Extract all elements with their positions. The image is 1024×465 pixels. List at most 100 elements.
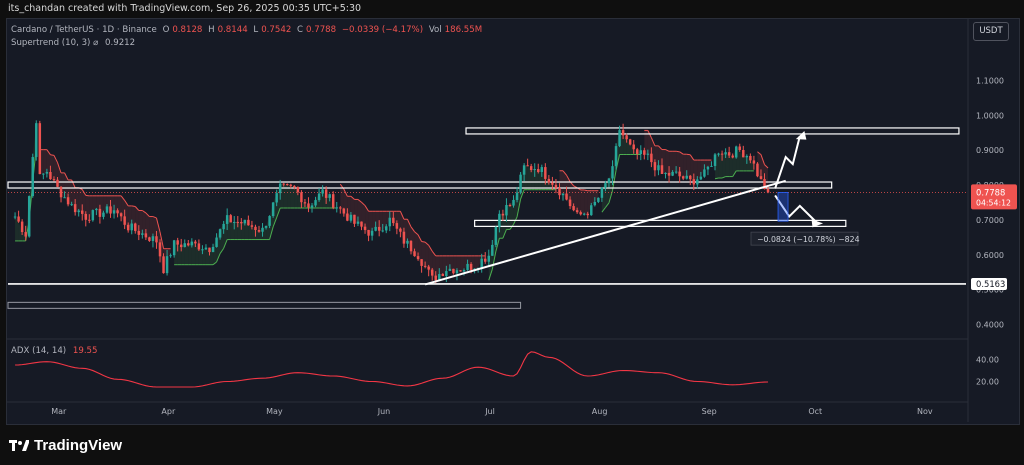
candle-body <box>303 202 307 204</box>
countdown-tag: 04:54:12 <box>976 198 1011 207</box>
candle-body <box>632 144 635 150</box>
supertrend-fill <box>474 255 479 269</box>
supertrend-line <box>50 154 55 156</box>
candle-body <box>713 154 717 166</box>
candle-body <box>13 216 17 218</box>
candle-body <box>176 240 179 245</box>
candle-body <box>731 155 734 158</box>
candle-body <box>727 152 731 156</box>
candle-body <box>105 206 109 213</box>
candle-body <box>724 152 727 155</box>
candle-body <box>466 263 469 270</box>
y-tick-label: 0.4000 <box>976 321 1004 330</box>
candle-body <box>742 149 745 158</box>
candle-body <box>119 213 123 217</box>
candle-body <box>331 194 335 208</box>
candle-body <box>494 227 498 245</box>
supertrend-fill <box>534 169 539 190</box>
candle-body <box>264 225 268 228</box>
supertrend-bands <box>15 123 769 281</box>
candle-body <box>63 197 66 199</box>
candle-body <box>346 213 349 221</box>
candle-body <box>314 200 317 206</box>
candle-body <box>194 241 197 244</box>
candle-body <box>257 230 261 232</box>
candle-body <box>17 216 20 222</box>
candle-body <box>204 247 208 250</box>
candle-body <box>385 226 388 231</box>
candle-body <box>752 160 756 164</box>
candle-body <box>572 206 575 211</box>
candle-body <box>95 208 98 211</box>
candle-body <box>671 171 674 176</box>
candle-body <box>342 208 346 214</box>
candle-body <box>646 153 650 155</box>
candle-body <box>218 229 222 238</box>
candle-body <box>745 155 749 158</box>
candle-body <box>759 176 763 180</box>
measure-label: −0.0824 (−10.78%) −824 <box>757 235 860 244</box>
x-tick-label: Mar <box>51 407 67 416</box>
candle-body <box>674 171 678 173</box>
candle-body <box>544 167 547 179</box>
candle-body <box>169 255 172 257</box>
candle-body <box>254 226 257 231</box>
candle-body <box>639 150 643 155</box>
candle-body <box>664 172 667 174</box>
candle-body <box>247 219 250 226</box>
candle-body <box>367 229 370 236</box>
candle-body <box>621 130 625 136</box>
candle-body <box>293 185 296 188</box>
candle-body <box>607 178 611 184</box>
candle-body <box>749 155 752 161</box>
candle-body <box>201 249 204 251</box>
candle-body <box>148 237 151 241</box>
candle-body <box>491 244 494 256</box>
tradingview-logo-icon <box>9 440 29 451</box>
support-box-0-69 <box>474 219 847 227</box>
candle-body <box>558 187 561 196</box>
candle-body <box>681 176 685 179</box>
x-tick-label: Oct <box>808 407 822 416</box>
candle-body <box>165 256 169 274</box>
candle-body <box>628 139 632 145</box>
y-tick-label: 1.0000 <box>976 111 1004 120</box>
y-tick-label: 0.6000 <box>976 251 1004 260</box>
supertrend-fill <box>672 151 677 172</box>
supertrend-fill <box>584 189 588 216</box>
supertrend-fill <box>43 149 47 174</box>
candle-body <box>278 183 282 194</box>
candle-body <box>756 163 759 177</box>
candle-body <box>420 259 423 266</box>
candle-body <box>360 221 363 227</box>
candle-body <box>537 169 540 172</box>
candle-body <box>636 149 639 155</box>
candle-body <box>395 223 399 229</box>
resistance-box-top <box>465 127 960 135</box>
candle-body <box>423 265 427 267</box>
supertrend-fill <box>707 160 712 167</box>
supertrend-fill <box>718 153 723 179</box>
candle-body <box>685 175 688 179</box>
candle-body <box>296 187 300 193</box>
supertrend-fill <box>456 255 461 272</box>
candle-body <box>233 221 236 223</box>
candle-body <box>88 219 91 221</box>
candle-body <box>611 166 614 179</box>
candle-body <box>321 189 324 194</box>
tradingview-logo[interactable]: TradingView <box>9 435 122 455</box>
price-chart-svg: −0.0824 (−10.78%) −824 1.1000 1.0000 0.900… <box>7 19 1017 422</box>
candle-body <box>462 269 466 272</box>
chart-frame: its_chandan created with TradingView.com… <box>0 0 1024 465</box>
candle-body <box>310 205 314 208</box>
candle-body <box>112 210 116 214</box>
candle-body <box>508 205 512 207</box>
candle-body <box>116 210 119 214</box>
supertrend-fill <box>237 222 242 240</box>
candle-body <box>349 214 353 221</box>
candle-body <box>328 194 331 198</box>
candle-body <box>381 230 384 232</box>
candle-body <box>459 270 462 272</box>
candle-body <box>469 263 473 270</box>
candle-body <box>505 205 508 216</box>
